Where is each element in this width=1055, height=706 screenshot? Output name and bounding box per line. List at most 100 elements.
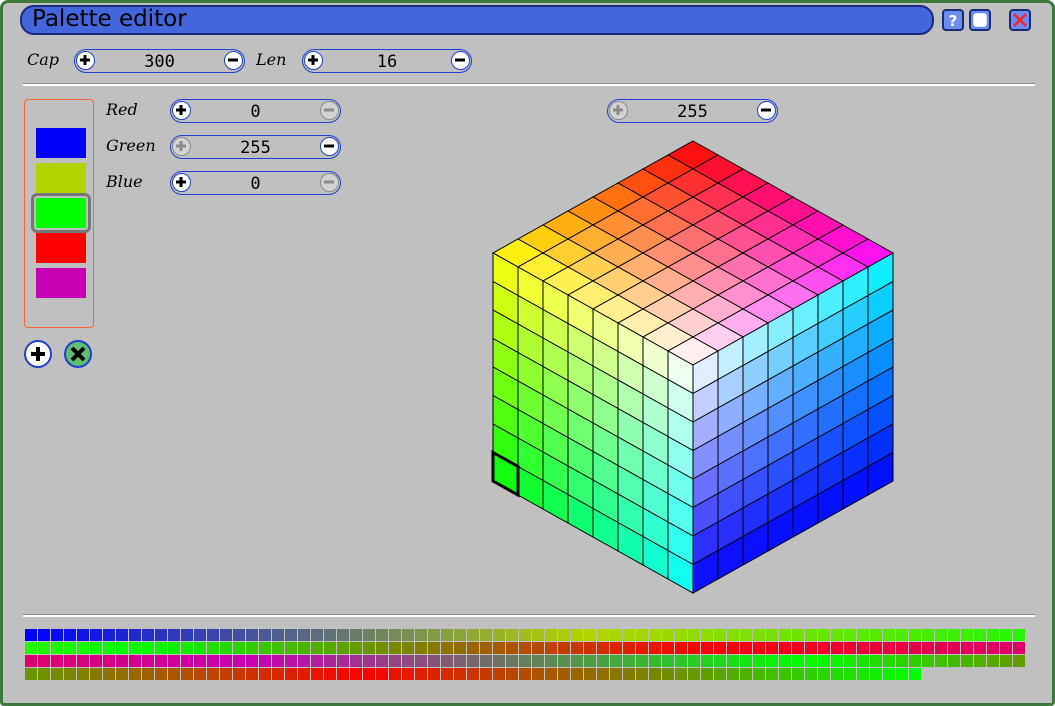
gradient-cell[interactable] — [272, 629, 284, 641]
gradient-cell[interactable] — [64, 642, 76, 654]
gradient-cell[interactable] — [506, 629, 518, 641]
gradient-cell[interactable] — [142, 668, 154, 680]
palette-swatch[interactable] — [36, 233, 86, 263]
gradient-cell[interactable] — [961, 629, 973, 641]
gradient-cell[interactable] — [90, 655, 102, 667]
gradient-cell[interactable] — [168, 655, 180, 667]
gradient-cell[interactable] — [896, 629, 908, 641]
gradient-cell[interactable] — [298, 629, 310, 641]
gradient-cell[interactable] — [454, 642, 466, 654]
gradient-cell[interactable] — [467, 629, 479, 641]
palette-swatch[interactable] — [36, 128, 86, 158]
gradient-cell[interactable] — [480, 642, 492, 654]
gradient-cell[interactable] — [1013, 655, 1025, 667]
gradient-cell[interactable] — [272, 655, 284, 667]
gradient-cell[interactable] — [727, 655, 739, 667]
gradient-cell[interactable] — [454, 629, 466, 641]
gradient-cell[interactable] — [675, 642, 687, 654]
gradient-cell[interactable] — [311, 655, 323, 667]
gradient-cell[interactable] — [922, 642, 934, 654]
gradient-cell[interactable] — [194, 668, 206, 680]
gradient-cell[interactable] — [90, 668, 102, 680]
gradient-cell[interactable] — [753, 655, 765, 667]
gradient-cell[interactable] — [454, 655, 466, 667]
gradient-cell[interactable] — [64, 629, 76, 641]
gradient-cell[interactable] — [467, 655, 479, 667]
slice-spinner[interactable]: 255 — [607, 99, 778, 123]
gradient-cell[interactable] — [77, 642, 89, 654]
gradient-cell[interactable] — [558, 668, 570, 680]
gradient-cell[interactable] — [714, 629, 726, 641]
gradient-cell[interactable] — [1000, 655, 1012, 667]
gradient-cell[interactable] — [90, 629, 102, 641]
gradient-cell[interactable] — [428, 629, 440, 641]
gradient-cell[interactable] — [402, 668, 414, 680]
gradient-cell[interactable] — [805, 629, 817, 641]
gradient-cell[interactable] — [727, 629, 739, 641]
gradient-cell[interactable] — [987, 642, 999, 654]
gradient-cell[interactable] — [246, 629, 258, 641]
gradient-cell[interactable] — [220, 642, 232, 654]
gradient-cell[interactable] — [688, 668, 700, 680]
gradient-cell[interactable] — [493, 668, 505, 680]
gradient-cell[interactable] — [831, 629, 843, 641]
gradient-cell[interactable] — [857, 668, 869, 680]
gradient-cell[interactable] — [389, 642, 401, 654]
gradient-cell[interactable] — [350, 668, 362, 680]
palette-swatch[interactable] — [36, 268, 86, 298]
gradient-cell[interactable] — [805, 655, 817, 667]
gradient-cell[interactable] — [233, 629, 245, 641]
gradient-cell[interactable] — [285, 642, 297, 654]
gradient-cell[interactable] — [38, 642, 50, 654]
gradient-cell[interactable] — [64, 668, 76, 680]
gradient-cell[interactable] — [233, 655, 245, 667]
gradient-cell[interactable] — [922, 655, 934, 667]
gradient-cell[interactable] — [623, 668, 635, 680]
gradient-cell[interactable] — [844, 629, 856, 641]
gradient-cell[interactable] — [870, 655, 882, 667]
gradient-cell[interactable] — [935, 629, 947, 641]
gradient-cell[interactable] — [636, 642, 648, 654]
gradient-cell[interactable] — [584, 668, 596, 680]
gradient-cell[interactable] — [922, 629, 934, 641]
gradient-cell[interactable] — [818, 668, 830, 680]
gradient-cell[interactable] — [896, 655, 908, 667]
gradient-cell[interactable] — [519, 655, 531, 667]
gradient-cell[interactable] — [454, 668, 466, 680]
gradient-cell[interactable] — [766, 629, 778, 641]
red-decrease-button[interactable] — [320, 101, 339, 120]
gradient-cell[interactable] — [584, 629, 596, 641]
gradient-cell[interactable] — [142, 642, 154, 654]
gradient-cell[interactable] — [948, 655, 960, 667]
gradient-cell[interactable] — [558, 655, 570, 667]
gradient-cell[interactable] — [64, 655, 76, 667]
gradient-cell[interactable] — [142, 629, 154, 641]
gradient-cell[interactable] — [493, 642, 505, 654]
cap-increase-button[interactable] — [76, 51, 95, 70]
gradient-cell[interactable] — [38, 655, 50, 667]
gradient-cell[interactable] — [714, 642, 726, 654]
gradient-cell[interactable] — [207, 642, 219, 654]
slice-increase-button[interactable] — [609, 101, 628, 120]
gradient-cell[interactable] — [298, 668, 310, 680]
gradient-cell[interactable] — [779, 655, 791, 667]
gradient-cell[interactable] — [519, 629, 531, 641]
gradient-cell[interactable] — [623, 629, 635, 641]
gradient-cell[interactable] — [1013, 629, 1025, 641]
gradient-cell[interactable] — [441, 655, 453, 667]
gradient-cell[interactable] — [103, 629, 115, 641]
gradient-cell[interactable] — [389, 629, 401, 641]
gradient-cell[interactable] — [350, 629, 362, 641]
gradient-cell[interactable] — [38, 668, 50, 680]
gradient-cell[interactable] — [597, 668, 609, 680]
gradient-cell[interactable] — [974, 642, 986, 654]
gradient-cell[interactable] — [363, 629, 375, 641]
gradient-cell[interactable] — [675, 655, 687, 667]
gradient-cell[interactable] — [220, 668, 232, 680]
gradient-cell[interactable] — [77, 655, 89, 667]
gradient-cell[interactable] — [363, 655, 375, 667]
gradient-cell[interactable] — [649, 668, 661, 680]
gradient-cell[interactable] — [831, 668, 843, 680]
green-spinner[interactable]: 255 — [170, 135, 341, 159]
cap-spinner[interactable]: 300 — [74, 49, 245, 73]
